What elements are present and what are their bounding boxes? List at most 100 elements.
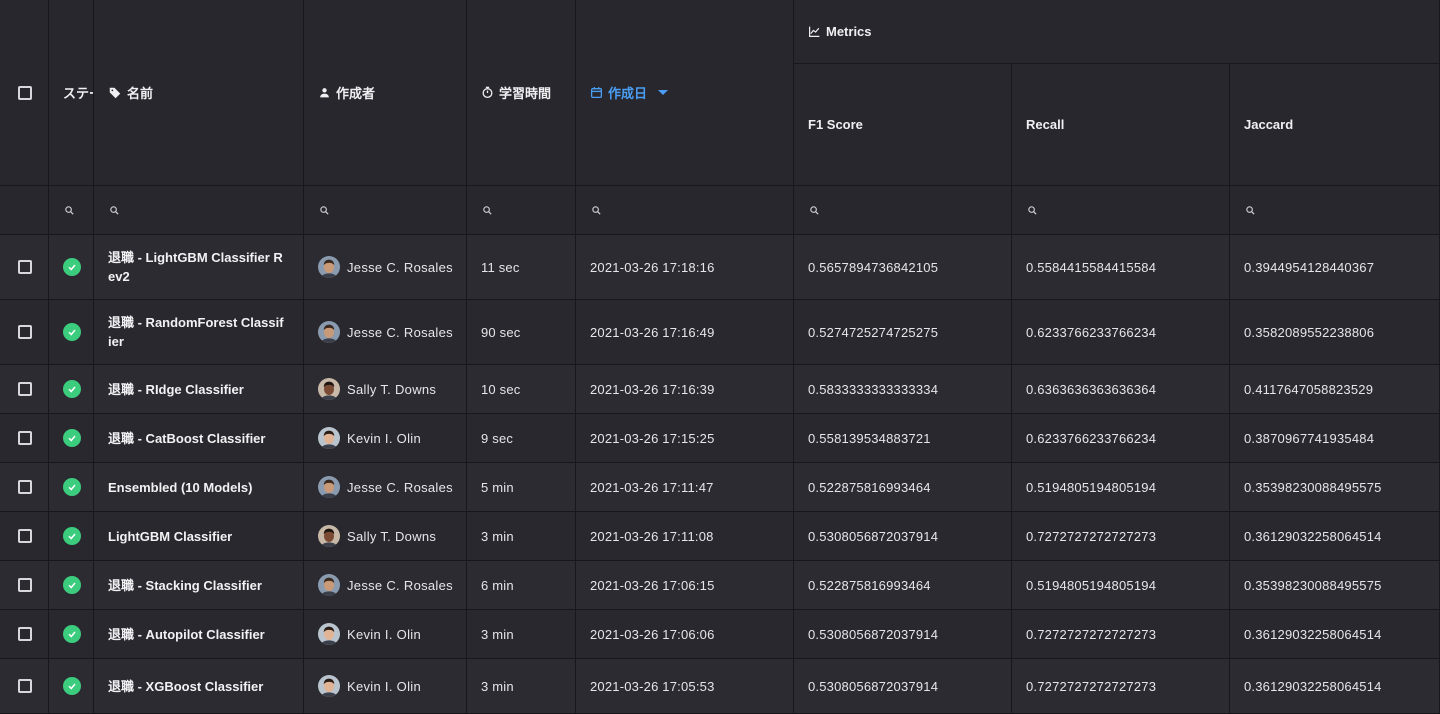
header-jaccard-label: Jaccard	[1244, 117, 1294, 132]
jaccard: 0.36129032258064514	[1244, 678, 1382, 694]
model-name[interactable]: 退職 - XGBoost Classifier	[94, 677, 294, 696]
row-checkbox[interactable]	[18, 382, 32, 396]
row-select	[0, 235, 49, 300]
header-name-label: 名前	[127, 86, 154, 101]
row-recall: 0.6233766233766234	[1012, 414, 1230, 463]
model-name[interactable]: 退職 - LightGBM Classifier Rev2	[94, 248, 294, 286]
header-train-time[interactable]: 学習時間	[467, 0, 576, 186]
filter-created[interactable]	[576, 186, 794, 235]
row-created: 2021-03-26 17:11:08	[576, 512, 794, 561]
model-name[interactable]: 退職 - Autopilot Classifier	[94, 625, 294, 644]
row-checkbox[interactable]	[18, 431, 32, 445]
row-checkbox[interactable]	[18, 260, 32, 274]
row-status	[49, 463, 94, 512]
filter-search-name[interactable]	[94, 205, 120, 216]
check-circle-icon	[63, 429, 81, 447]
created-date: 2021-03-26 17:11:47	[590, 479, 714, 495]
recall: 0.5194805194805194	[1026, 479, 1157, 495]
model-name[interactable]: 退職 - CatBoost Classifier	[94, 429, 294, 448]
avatar-image	[318, 427, 340, 449]
row-created: 2021-03-26 17:18:16	[576, 235, 794, 300]
row-name[interactable]: 退職 - LightGBM Classifier Rev2	[94, 235, 304, 300]
header-name[interactable]: 名前	[94, 0, 304, 186]
row-f1: 0.5274725274725275	[794, 300, 1012, 365]
f1-score: 0.5308056872037914	[808, 678, 939, 694]
header-status[interactable]: ステータス	[49, 0, 94, 186]
header-creator[interactable]: 作成者	[304, 0, 467, 186]
header-recall[interactable]: Recall	[1012, 64, 1230, 186]
model-name[interactable]: 退職 - RIdge Classifier	[94, 380, 294, 399]
filter-creator[interactable]	[304, 186, 467, 235]
filter-jaccard[interactable]	[1230, 186, 1440, 235]
model-name[interactable]: Ensembled (10 Models)	[94, 478, 294, 497]
experiments-table: ステータス 名前 作成者 学習時間 作成日 Metrics F1 Score Recall Ja…	[0, 0, 1440, 714]
search-icon	[110, 205, 119, 215]
train-time: 11 sec	[481, 259, 520, 275]
row-name[interactable]: 退職 - RandomForest Classifier	[94, 300, 304, 365]
row-f1: 0.5833333333333334	[794, 365, 1012, 414]
row-checkbox[interactable]	[18, 627, 32, 641]
row-recall: 0.7272727272727273	[1012, 610, 1230, 659]
filter-status[interactable]	[49, 186, 94, 235]
avatar-image	[318, 321, 340, 343]
model-name[interactable]: 退職 - RandomForest Classifier	[94, 313, 294, 351]
row-jaccard: 0.4117647058823529	[1230, 365, 1440, 414]
row-created: 2021-03-26 17:15:25	[576, 414, 794, 463]
model-name[interactable]: 退職 - Stacking Classifier	[94, 576, 294, 595]
row-name[interactable]: 退職 - CatBoost Classifier	[94, 414, 304, 463]
avatar	[318, 623, 340, 645]
model-name[interactable]: LightGBM Classifier	[94, 527, 294, 546]
filter-search-status[interactable]	[49, 205, 75, 216]
filter-search-time[interactable]	[467, 205, 493, 216]
select-all-checkbox[interactable]	[18, 85, 32, 100]
row-jaccard: 0.3582089552238806	[1230, 300, 1440, 365]
row-name[interactable]: 退職 - RIdge Classifier	[94, 365, 304, 414]
header-created[interactable]: 作成日	[576, 0, 794, 186]
filter-search-creator[interactable]	[304, 205, 330, 216]
created-date: 2021-03-26 17:11:08	[590, 528, 714, 544]
tag-icon	[109, 87, 121, 98]
row-creator: Sally T. Downs	[304, 512, 467, 561]
row-f1: 0.5308056872037914	[794, 659, 1012, 714]
recall: 0.7272727272727273	[1026, 626, 1157, 642]
row-select	[0, 300, 49, 365]
row-name[interactable]: LightGBM Classifier	[94, 512, 304, 561]
row-status	[49, 512, 94, 561]
row-select	[0, 659, 49, 714]
header-f1[interactable]: F1 Score	[794, 64, 1012, 186]
filter-recall[interactable]	[1012, 186, 1230, 235]
row-checkbox[interactable]	[18, 529, 32, 543]
avatar	[318, 321, 340, 343]
filter-search-f1[interactable]	[794, 205, 820, 216]
header-jaccard[interactable]: Jaccard	[1230, 64, 1440, 186]
row-name[interactable]: 退職 - Stacking Classifier	[94, 561, 304, 610]
filter-name[interactable]	[94, 186, 304, 235]
row-name[interactable]: 退職 - Autopilot Classifier	[94, 610, 304, 659]
row-recall: 0.7272727272727273	[1012, 659, 1230, 714]
avatar	[318, 476, 340, 498]
filter-time[interactable]	[467, 186, 576, 235]
row-created: 2021-03-26 17:05:53	[576, 659, 794, 714]
avatar-image	[318, 256, 340, 278]
avatar-image	[318, 675, 340, 697]
row-checkbox[interactable]	[18, 679, 32, 693]
sort-desc-icon[interactable]	[658, 89, 669, 95]
check-circle-icon	[63, 625, 81, 643]
row-recall: 0.7272727272727273	[1012, 512, 1230, 561]
filter-search-jaccard[interactable]	[1230, 205, 1256, 216]
jaccard: 0.36129032258064514	[1244, 528, 1382, 544]
row-checkbox[interactable]	[18, 325, 32, 339]
search-icon	[1246, 205, 1255, 215]
row-status	[49, 300, 94, 365]
row-recall: 0.5584415584415584	[1012, 235, 1230, 300]
row-train-time: 3 min	[467, 610, 576, 659]
row-checkbox[interactable]	[18, 480, 32, 494]
row-name[interactable]: 退職 - XGBoost Classifier	[94, 659, 304, 714]
row-checkbox[interactable]	[18, 578, 32, 592]
filter-search-created[interactable]	[576, 205, 602, 216]
filter-f1[interactable]	[794, 186, 1012, 235]
row-name[interactable]: Ensembled (10 Models)	[94, 463, 304, 512]
avatar	[318, 378, 340, 400]
checkmark-icon	[68, 582, 76, 589]
filter-search-recall[interactable]	[1012, 205, 1038, 216]
